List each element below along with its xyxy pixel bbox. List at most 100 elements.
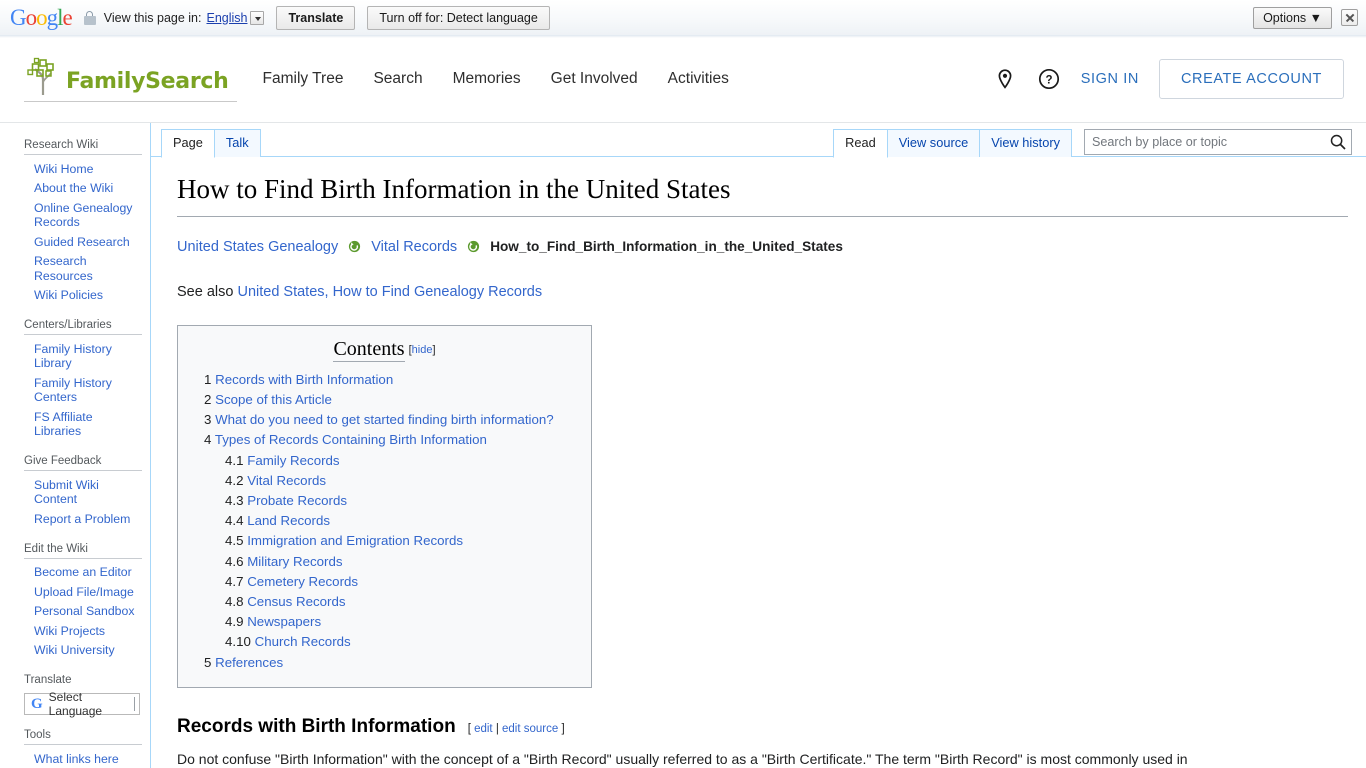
toc-entry: 4.2 Vital Records (194, 471, 575, 491)
toc-entry-link[interactable]: What do you need to get started finding … (215, 412, 554, 427)
toc-entry-link[interactable]: Immigration and Emigration Records (247, 533, 463, 548)
turn-off-translation-button[interactable]: Turn off for: Detect language (367, 5, 550, 30)
tab-talk[interactable]: Talk (214, 129, 261, 157)
toc-entry-link[interactable]: Military Records (247, 554, 342, 569)
sidebar-item-research-resources[interactable]: Research Resources (24, 252, 142, 286)
nav-item-memories[interactable]: Memories (453, 70, 521, 88)
nav-item-activities[interactable]: Activities (668, 70, 729, 88)
sidebar-item-guided-research[interactable]: Guided Research (24, 232, 142, 252)
breadcrumb-item-united-states-genealogy[interactable]: United States Genealogy (177, 239, 338, 255)
sidebar-group-translate: Translate G Select Language (0, 670, 150, 718)
chevron-down-icon[interactable] (250, 10, 265, 25)
translate-button[interactable]: Translate (276, 5, 356, 30)
google-logo: Google (10, 5, 73, 30)
toc-entry-link[interactable]: Cemetery Records (247, 574, 358, 589)
toc-entry-number: 4.3 (225, 492, 244, 508)
familysearch-logo[interactable]: FamilySearch (24, 57, 237, 102)
search-icon[interactable] (1329, 133, 1347, 151)
sidebar-heading-research-wiki: Research Wiki (24, 139, 99, 151)
section-heading-text: Records with Birth Information (177, 715, 456, 737)
sidebar-item-submit-wiki-content[interactable]: Submit Wiki Content (24, 475, 142, 509)
toc-entry-number: 4.7 (225, 573, 244, 589)
toc-entry: 4.5 Immigration and Emigration Records (194, 531, 575, 551)
sidebar-item-family-history-library[interactable]: Family History Library (24, 339, 142, 373)
help-question-icon[interactable]: ? (1037, 67, 1061, 91)
sidebar-heading-edit-the-wiki: Edit the Wiki (24, 542, 88, 555)
see-also-prefix: See also (177, 283, 238, 300)
edit-divider: | (492, 722, 503, 735)
toc-entry: 4.10 Church Records (194, 632, 575, 652)
toc-entry-link[interactable]: Records with Birth Information (215, 372, 393, 387)
close-icon[interactable] (1341, 9, 1358, 26)
toc-entry-link[interactable]: Scope of this Article (215, 392, 332, 407)
sidebar-item-wiki-home[interactable]: Wiki Home (24, 159, 142, 179)
toc-entry-link[interactable]: Family Records (247, 453, 339, 468)
sign-in-link[interactable]: SIGN IN (1081, 71, 1139, 87)
google-translate-bar: Google View this page in: English Transl… (0, 0, 1366, 38)
toc-entry-link[interactable]: Types of Records Containing Birth Inform… (215, 432, 487, 447)
sidebar-item-what-links-here[interactable]: What links here (24, 749, 142, 768)
sidebar-item-fs-affiliate-libraries[interactable]: FS Affiliate Libraries (24, 407, 142, 441)
translate-options-button[interactable]: Options ▼ (1253, 6, 1332, 29)
green-arrow-circle-icon (348, 240, 361, 253)
toc-entry-number: 1 (204, 371, 212, 387)
sidebar-item-wiki-projects[interactable]: Wiki Projects (24, 621, 142, 641)
wiki-sidebar: Research Wiki Wiki Home About the Wiki O… (0, 123, 150, 768)
edit-link[interactable]: edit (474, 723, 493, 735)
toc-entry: 4.1 Family Records (194, 451, 575, 471)
view-tabs: Read View source View history (833, 129, 1352, 158)
search-container (1084, 129, 1352, 155)
namespace-tabs: Page Talk (161, 129, 261, 158)
toc-hide-link[interactable]: hide (412, 344, 433, 356)
tab-read[interactable]: Read (833, 129, 888, 158)
sidebar-item-personal-sandbox[interactable]: Personal Sandbox (24, 602, 142, 622)
see-also-link[interactable]: United States, How to Find Genealogy Rec… (237, 284, 542, 300)
sidebar-item-online-genealogy-records[interactable]: Online Genealogy Records (24, 198, 142, 232)
tab-view-source[interactable]: View source (887, 129, 981, 157)
section-edit-links: [ edit | edit source ] (468, 723, 565, 735)
toc-entry-link[interactable]: Church Records (255, 634, 351, 649)
sidebar-item-wiki-policies[interactable]: Wiki Policies (24, 286, 142, 306)
toc-entry-number: 4.5 (225, 533, 244, 549)
header-actions: ? SIGN IN CREATE ACCOUNT (993, 59, 1344, 99)
tab-view-history[interactable]: View history (980, 129, 1072, 157)
toc-entry-link[interactable]: References (215, 655, 283, 670)
sidebar-item-become-an-editor[interactable]: Become an Editor (24, 563, 142, 583)
nav-item-family-tree[interactable]: Family Tree (263, 70, 344, 88)
edit-source-link[interactable]: edit source (502, 723, 558, 735)
toc-entry-link[interactable]: Probate Records (247, 493, 347, 508)
family-tree-logo-icon (24, 57, 64, 97)
toc-entry-link[interactable]: Land Records (247, 513, 330, 528)
site-header: FamilySearch Family Tree Search Memories… (0, 36, 1366, 123)
see-also-line: See also United States, How to Find Gene… (177, 284, 1348, 300)
nav-item-get-involved[interactable]: Get Involved (551, 70, 638, 88)
toc-entry-link[interactable]: Census Records (247, 594, 345, 609)
green-arrow-circle-icon (467, 240, 480, 253)
tab-page[interactable]: Page (161, 129, 215, 158)
language-caret-icon (134, 697, 135, 711)
translate-language-link[interactable]: English (206, 11, 247, 25)
location-pin-icon[interactable] (993, 67, 1017, 91)
toc-entry-number: 4.10 (225, 634, 251, 650)
sidebar-item-upload-file-image[interactable]: Upload File/Image (24, 582, 142, 602)
sidebar-item-report-a-problem[interactable]: Report a Problem (24, 509, 142, 529)
create-account-button[interactable]: CREATE ACCOUNT (1158, 59, 1344, 99)
nav-item-search[interactable]: Search (373, 70, 422, 88)
sidebar-item-wiki-university[interactable]: Wiki University (24, 641, 142, 661)
sidebar-item-family-history-centers[interactable]: Family History Centers (24, 373, 142, 407)
toc-entry: 4.6 Military Records (194, 552, 575, 572)
breadcrumb-item-vital-records[interactable]: Vital Records (371, 239, 457, 255)
toc-entry-link[interactable]: Newspapers (247, 614, 321, 629)
section-records-with-birth-information: Records with Birth Information [ edit | … (177, 716, 1348, 768)
sidebar-item-about-the-wiki[interactable]: About the Wiki (24, 179, 142, 199)
toc-hide-close: ] (432, 343, 436, 356)
toc-entry: 4.8 Census Records (194, 592, 575, 612)
sidebar-group-tools: Tools What links here Related changes (0, 725, 150, 768)
toc-entry-link[interactable]: Vital Records (247, 473, 326, 488)
select-language-widget[interactable]: G Select Language (24, 690, 140, 718)
search-input[interactable] (1084, 129, 1352, 155)
toc-entry-number: 4.4 (225, 513, 244, 529)
toc-entry: 2 Scope of this Article (194, 390, 575, 410)
toc-entry-number: 5 (204, 654, 212, 670)
breadcrumb-current-page: How_to_Find_Birth_Information_in_the_Uni… (490, 239, 843, 255)
